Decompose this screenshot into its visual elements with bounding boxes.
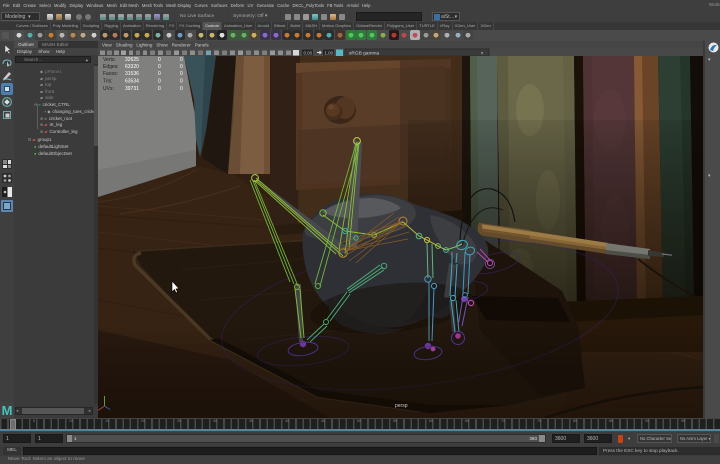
svg-text:0: 0 — [158, 64, 161, 70]
svg-text:sRGB gamma: sRGB gamma — [349, 51, 379, 57]
svg-text:View Shading Lighting Sh: View Shading Lighting Show Renderer Pane… — [102, 43, 209, 48]
svg-text:0: 0 — [180, 71, 183, 77]
svg-text:0: 0 — [158, 79, 161, 85]
svg-text:63534: 63534 — [125, 79, 139, 85]
svg-text:39731: 39731 — [125, 86, 139, 92]
svg-text:0: 0 — [180, 64, 183, 70]
svg-text:0: 0 — [180, 86, 183, 92]
svg-text:Verts:: Verts: — [103, 57, 116, 63]
svg-text:Edges:: Edges: — [103, 64, 119, 70]
svg-text:0: 0 — [158, 86, 161, 92]
svg-text:1.00: 1.00 — [325, 51, 334, 56]
svg-text:32625: 32625 — [125, 57, 139, 63]
svg-text:0: 0 — [158, 71, 161, 77]
svg-text:0.00: 0.00 — [304, 51, 313, 56]
svg-text:Faces:: Faces: — [103, 71, 118, 77]
svg-text:0: 0 — [180, 79, 183, 85]
svg-text:UVs:: UVs: — [103, 86, 114, 92]
svg-text:63320: 63320 — [125, 64, 139, 70]
svg-text:31536: 31536 — [125, 71, 139, 77]
svg-text:0: 0 — [158, 57, 161, 63]
svg-text:Tris:: Tris: — [103, 79, 113, 85]
svg-text:0: 0 — [180, 57, 183, 63]
svg-text:persp: persp — [395, 403, 408, 409]
